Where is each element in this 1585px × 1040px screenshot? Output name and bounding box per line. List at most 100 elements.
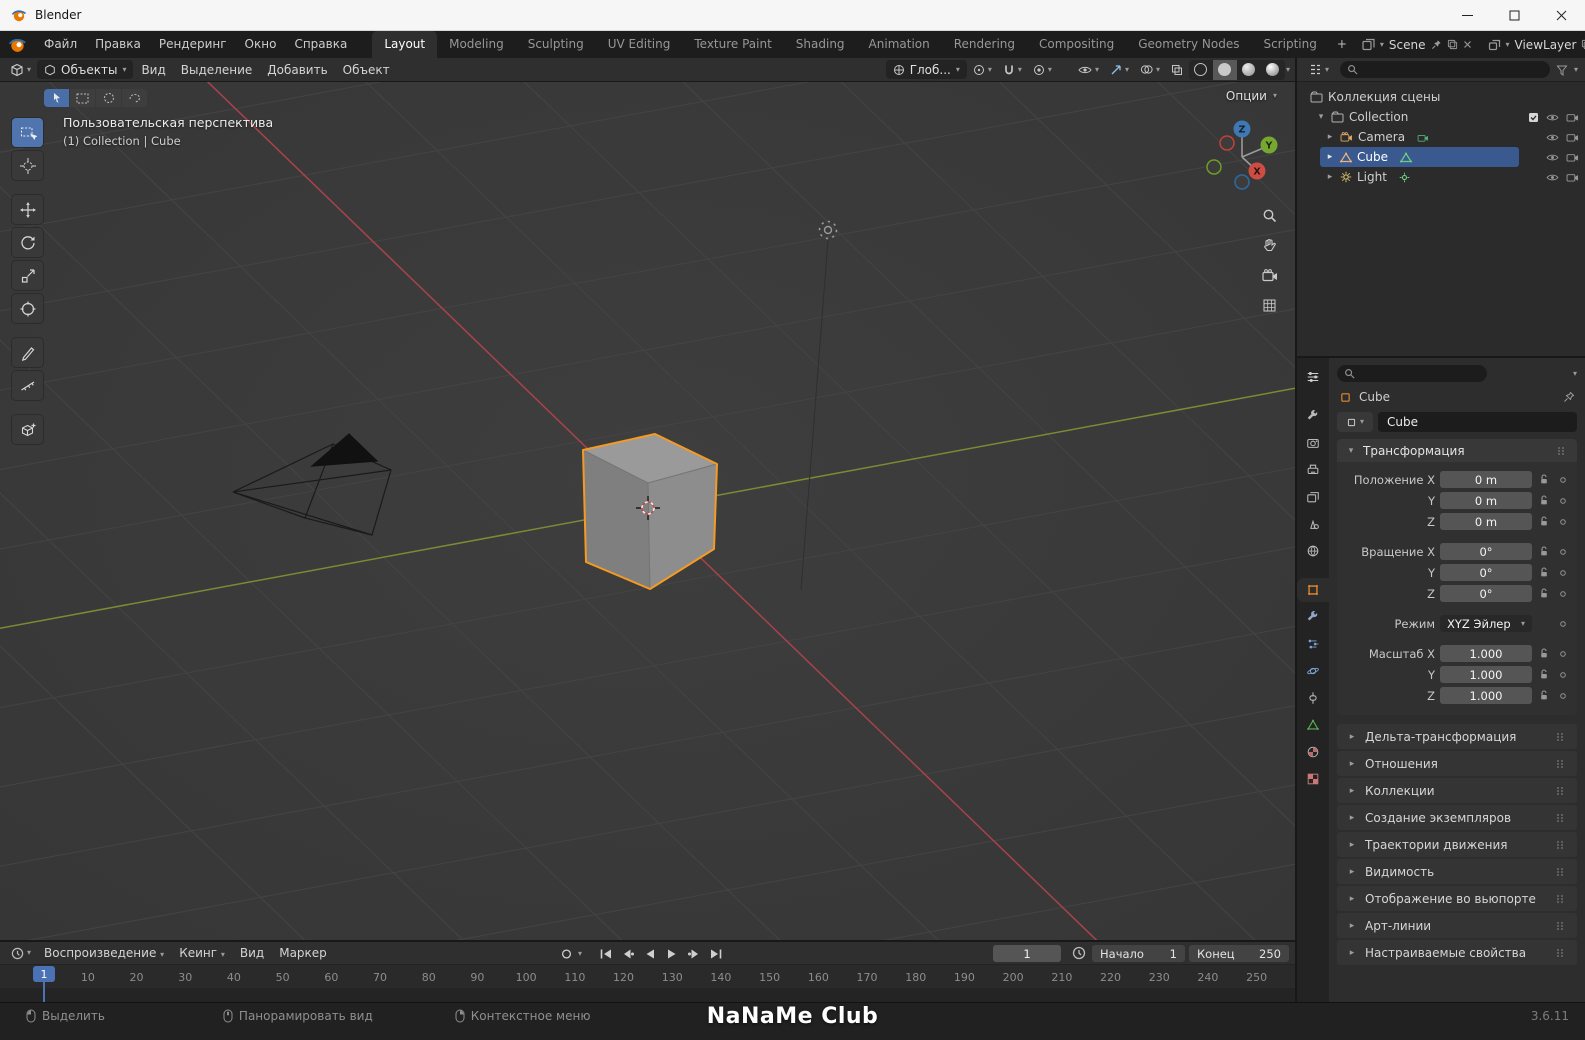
workspace-tab[interactable]: Compositing <box>1027 31 1126 58</box>
lock-icon[interactable] <box>1537 546 1551 557</box>
maximize-button[interactable] <box>1491 0 1538 30</box>
animate-dot-icon[interactable] <box>1556 650 1569 658</box>
lock-icon[interactable] <box>1537 669 1551 680</box>
light-row[interactable]: ▸ Light <box>1297 167 1585 187</box>
transform-tool[interactable] <box>12 294 43 323</box>
checkbox-icon[interactable] <box>1528 112 1539 123</box>
camera-restrict-icon[interactable] <box>1566 112 1579 122</box>
animate-dot-icon[interactable] <box>1556 692 1569 700</box>
menu-help[interactable]: Справка <box>285 31 356 58</box>
new-scene-icon[interactable] <box>1447 39 1458 50</box>
workspace-tab[interactable]: Scripting <box>1251 31 1328 58</box>
location-z-field[interactable]: 0 m <box>1440 513 1532 530</box>
perspective-toggle-button[interactable] <box>1256 292 1283 318</box>
breadcrumb-label[interactable]: Cube <box>1359 390 1390 404</box>
lock-icon[interactable] <box>1537 588 1551 599</box>
auto-keyframe-button[interactable] <box>556 945 576 962</box>
camera-view-button[interactable] <box>1256 262 1283 288</box>
pin-icon[interactable] <box>1431 39 1442 50</box>
pin-icon[interactable] <box>1563 391 1575 403</box>
tab-constraints[interactable] <box>1297 686 1329 710</box>
properties-editor-button[interactable] <box>1297 365 1329 389</box>
tab-scene[interactable] <box>1297 512 1329 536</box>
chevron-right-icon[interactable]: ▸ <box>1325 152 1335 162</box>
tab-render[interactable] <box>1297 431 1329 455</box>
animate-dot-icon[interactable] <box>1556 569 1569 577</box>
chevron-right-icon[interactable]: ▸ <box>1325 172 1335 182</box>
play-button[interactable] <box>662 945 682 962</box>
tab-physics[interactable] <box>1297 659 1329 683</box>
annotate-tool[interactable] <box>12 338 43 367</box>
shading-wireframe-button[interactable] <box>1189 60 1213 80</box>
tab-texture[interactable] <box>1297 767 1329 791</box>
add-workspace-button[interactable]: + <box>1329 31 1355 58</box>
playback-menu[interactable]: Воспроизведение ▾ <box>37 941 171 965</box>
lock-icon[interactable] <box>1537 567 1551 578</box>
workspace-tab[interactable]: Geometry Nodes <box>1126 31 1251 58</box>
show-object-types-dropdown[interactable]: ▾ <box>1073 60 1104 80</box>
box-select-tool[interactable] <box>12 118 43 147</box>
marker-menu[interactable]: Маркер <box>272 941 334 965</box>
3d-viewport[interactable]: Пользовательская перспектива (1) Collect… <box>0 82 1295 940</box>
options-dropdown[interactable]: Опции ▾ <box>1226 89 1277 103</box>
add-cube-tool[interactable] <box>12 415 43 444</box>
navigation-gizmo[interactable]: Z Y X <box>1200 115 1284 199</box>
scene-selector[interactable]: ▾ Scene <box>1355 36 1479 54</box>
gizmo-axis-neg-z[interactable] <box>1234 174 1250 190</box>
camera-restrict-icon[interactable] <box>1566 152 1579 162</box>
editor-type-button[interactable]: ▾ <box>5 60 36 80</box>
start-frame-field[interactable]: Начало 1 <box>1092 945 1185 962</box>
rotate-tool[interactable] <box>12 228 43 257</box>
rotation-mode-dropdown[interactable]: XYZ Эйлер ▾ <box>1440 615 1532 632</box>
chevron-down-icon[interactable]: ▾ <box>1316 112 1326 122</box>
menu-window[interactable]: Окно <box>236 31 286 58</box>
outliner-search[interactable] <box>1340 61 1550 78</box>
view-layer-selector[interactable]: ▾ ViewLayer <box>1481 36 1585 54</box>
proportional-edit-toggle[interactable]: ▾ <box>1028 60 1057 80</box>
location-y-field[interactable]: 0 m <box>1440 492 1532 509</box>
lock-icon[interactable] <box>1537 516 1551 527</box>
scale-z-field[interactable]: 1.000 <box>1440 687 1532 704</box>
tab-object-data[interactable] <box>1297 713 1329 737</box>
id-browse-dropdown[interactable]: ▾ <box>1337 412 1373 432</box>
tab-object[interactable] <box>1297 578 1329 602</box>
tab-material[interactable] <box>1297 740 1329 764</box>
eye-icon[interactable] <box>1546 173 1559 182</box>
lock-icon[interactable] <box>1537 690 1551 701</box>
animate-dot-icon[interactable] <box>1556 518 1569 526</box>
camera-row[interactable]: ▸ Camera <box>1297 127 1585 147</box>
timeline-view-menu[interactable]: Вид <box>233 941 271 965</box>
animate-dot-icon[interactable] <box>1556 671 1569 679</box>
tab-output[interactable] <box>1297 458 1329 482</box>
rotation-y-field[interactable]: 0° <box>1440 564 1532 581</box>
preview-range-clock-icon[interactable] <box>1072 946 1086 960</box>
workspace-tab[interactable]: Shading <box>784 31 857 58</box>
scale-y-field[interactable]: 1.000 <box>1440 666 1532 683</box>
rotation-x-field[interactable]: 0° <box>1440 543 1532 560</box>
properties-panel-header[interactable]: ▸ Траектории движения <box>1337 832 1577 857</box>
properties-search[interactable] <box>1337 365 1487 382</box>
close-button[interactable] <box>1538 0 1585 30</box>
tab-world[interactable] <box>1297 539 1329 563</box>
timeline-ruler[interactable]: 10 20 30 40 50 60 70 80 90 100 110 120 130 140 150 160 1… <box>0 965 1295 988</box>
animate-dot-icon[interactable] <box>1556 590 1569 598</box>
end-frame-field[interactable]: Конец 250 <box>1189 945 1289 962</box>
camera-restrict-icon[interactable] <box>1566 172 1579 182</box>
object-menu[interactable]: Объект <box>336 58 397 82</box>
eye-icon[interactable] <box>1546 133 1559 142</box>
overlays-toggle[interactable]: ▾ <box>1135 60 1165 80</box>
lock-icon[interactable] <box>1537 495 1551 506</box>
move-tool[interactable] <box>12 195 43 224</box>
tab-view-layer[interactable] <box>1297 485 1329 509</box>
scale-tool[interactable] <box>12 261 43 290</box>
workspace-tab[interactable]: Texture Paint <box>682 31 783 58</box>
add-menu[interactable]: Добавить <box>260 58 334 82</box>
pivot-point-dropdown[interactable]: ▾ <box>968 60 997 80</box>
workspace-tab[interactable]: Modeling <box>437 31 516 58</box>
shading-solid-button[interactable] <box>1212 59 1237 80</box>
scene-collection-row[interactable]: Коллекция сцены <box>1297 87 1585 107</box>
current-frame-field[interactable]: 1 <box>993 945 1061 962</box>
animate-dot-icon[interactable] <box>1556 476 1569 484</box>
animate-dot-icon[interactable] <box>1556 497 1569 505</box>
animate-dot-icon[interactable] <box>1556 620 1569 628</box>
